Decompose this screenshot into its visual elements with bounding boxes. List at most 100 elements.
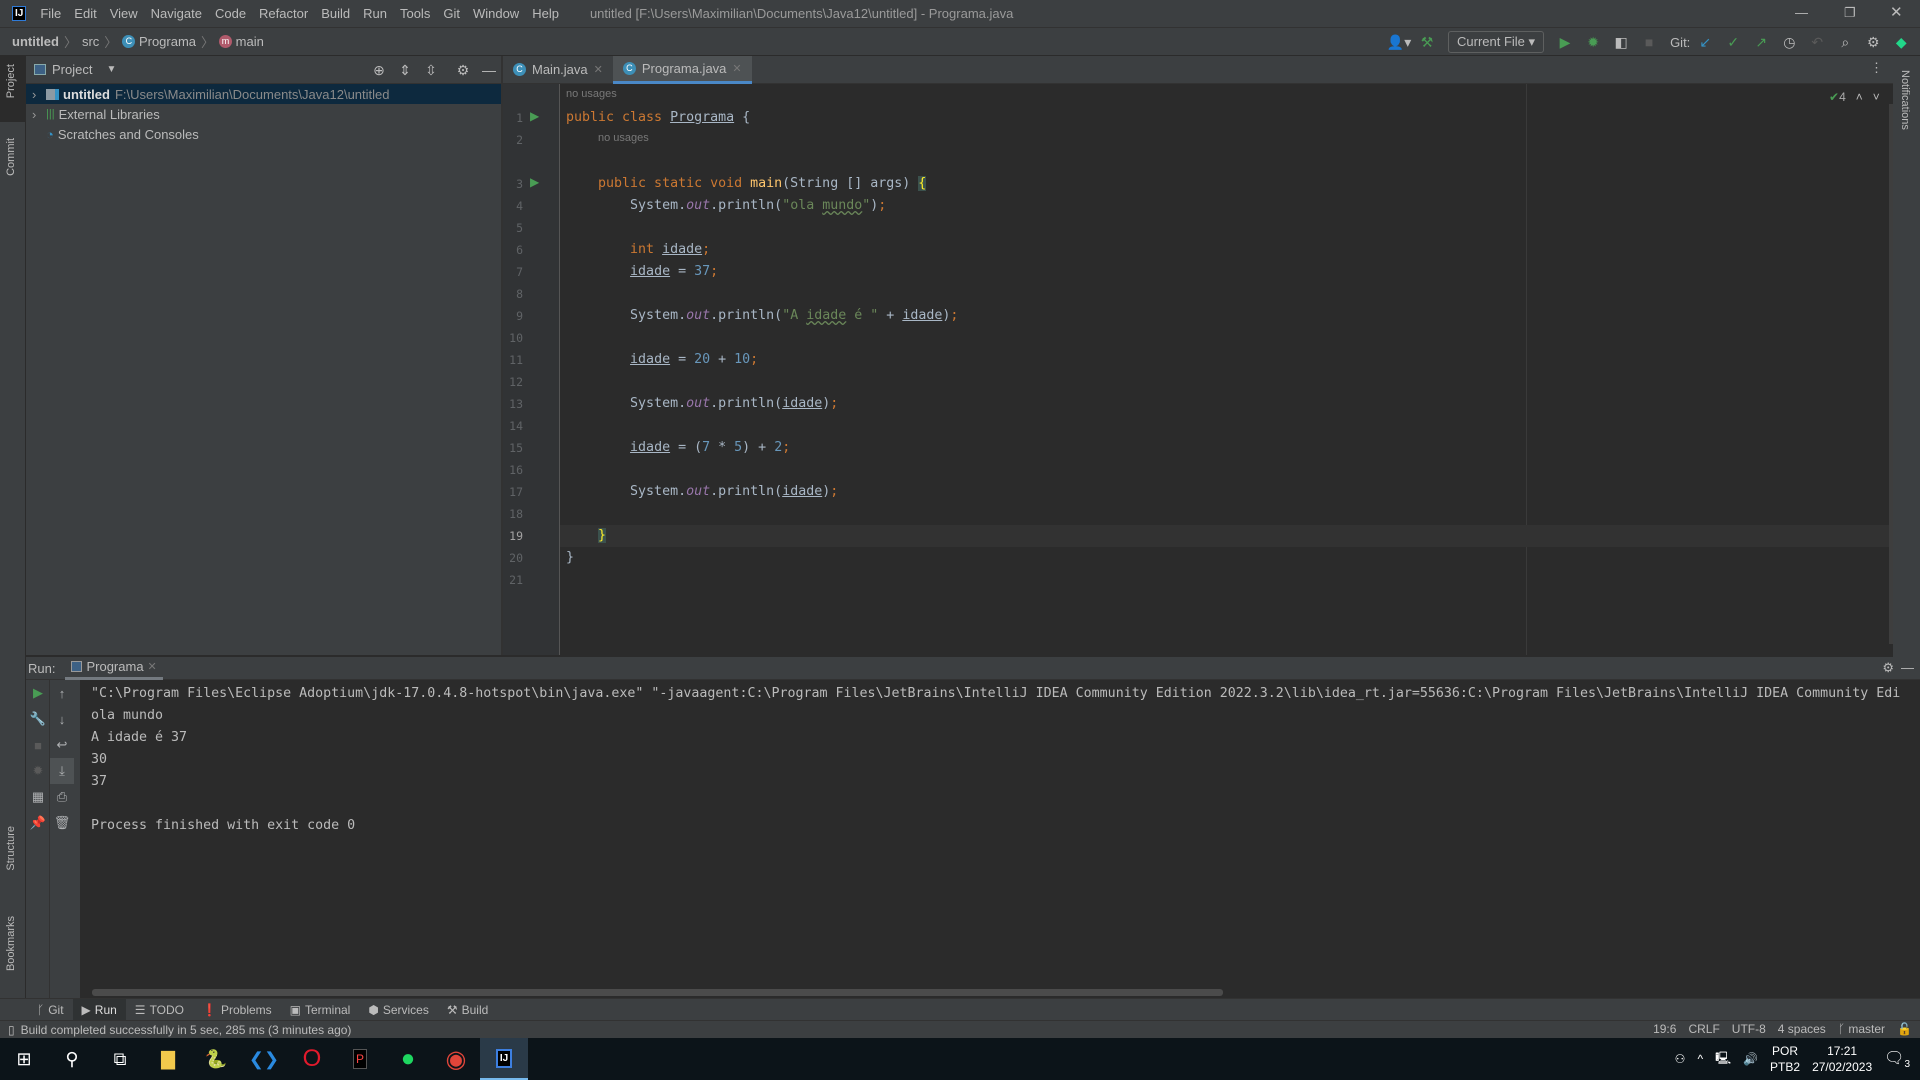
gear-icon[interactable]: ⚙ bbox=[1860, 30, 1886, 54]
inspection-widget[interactable]: ✔4 ˄ ˅ bbox=[1829, 90, 1880, 104]
status-message[interactable]: Build completed successfully in 5 sec, 2… bbox=[21, 1023, 352, 1037]
network-icon[interactable]: 🖳 bbox=[1715, 1049, 1731, 1070]
inlay-hint[interactable]: no usages bbox=[566, 88, 617, 100]
git-push-icon[interactable]: ↗ bbox=[1748, 30, 1774, 54]
menu-help[interactable]: Help bbox=[532, 6, 559, 21]
gear-icon[interactable]: ⚙ bbox=[1882, 660, 1894, 676]
close-tab-icon[interactable]: ✕ bbox=[148, 660, 157, 673]
previous-highlight-icon[interactable]: ˄ bbox=[1856, 90, 1863, 104]
lock-icon[interactable]: 🔓 bbox=[1897, 1022, 1912, 1036]
debug-icon[interactable]: ✹ bbox=[1580, 30, 1606, 54]
menu-edit[interactable]: Edit bbox=[74, 6, 96, 21]
collapse-all-icon[interactable]: ⇳ bbox=[418, 58, 444, 82]
task-view-icon[interactable]: ⧉ bbox=[96, 1038, 144, 1080]
python-icon[interactable]: 🐍 bbox=[192, 1038, 240, 1080]
inlay-hint[interactable]: no usages bbox=[598, 132, 649, 144]
locate-icon[interactable]: ⊕ bbox=[366, 58, 392, 82]
search-icon[interactable]: ⌕ bbox=[1832, 30, 1858, 54]
search-icon[interactable]: ⚲ bbox=[48, 1038, 96, 1080]
volume-icon[interactable]: 🔊 bbox=[1743, 1052, 1758, 1066]
git-branch-widget[interactable]: ᚴ master bbox=[1838, 1022, 1885, 1036]
breadcrumb-project[interactable]: untitled bbox=[12, 34, 59, 49]
layout-icon[interactable]: ▦ bbox=[26, 784, 50, 810]
caret-position[interactable]: 19:6 bbox=[1653, 1022, 1676, 1036]
file-encoding[interactable]: UTF-8 bbox=[1732, 1022, 1766, 1036]
breadcrumb-src[interactable]: src bbox=[82, 34, 99, 49]
project-view-select[interactable]: Project bbox=[52, 62, 92, 77]
trash-icon[interactable]: 🗑 bbox=[50, 810, 74, 836]
tool-services[interactable]: ⬢ Services bbox=[359, 999, 438, 1021]
run-config-select[interactable]: Current File ▾ bbox=[1448, 31, 1545, 53]
menu-build[interactable]: Build bbox=[321, 6, 350, 21]
input-language[interactable]: POR PTB2 bbox=[1770, 1043, 1800, 1075]
indent-setting[interactable]: 4 spaces bbox=[1778, 1022, 1826, 1036]
run-gutter-icon[interactable]: ▶ bbox=[530, 175, 539, 189]
tab-main-java[interactable]: C Main.java ✕ bbox=[503, 56, 613, 84]
scroll-to-end-icon[interactable]: ⤓ bbox=[50, 758, 74, 784]
down-arrow-icon[interactable]: ↓ bbox=[50, 706, 74, 732]
debug-disabled-icon[interactable]: ✹ bbox=[26, 758, 50, 784]
show-hidden-icons[interactable]: ^ bbox=[1697, 1052, 1703, 1066]
hide-icon[interactable]: — bbox=[476, 58, 502, 82]
up-arrow-icon[interactable]: ↑ bbox=[50, 680, 74, 706]
tool-run[interactable]: ▶ Run bbox=[72, 998, 126, 1021]
wrench-icon[interactable]: 🔧 bbox=[26, 706, 50, 732]
commit-tool-button[interactable]: Commit bbox=[5, 138, 17, 176]
history-icon[interactable]: ◷ bbox=[1776, 30, 1802, 54]
menu-run[interactable]: Run bbox=[363, 6, 387, 21]
soft-wrap-icon[interactable]: ↩ bbox=[50, 732, 74, 758]
menu-refactor[interactable]: Refactor bbox=[259, 6, 308, 21]
coverage-icon[interactable]: ◧ bbox=[1608, 30, 1634, 54]
structure-tool-button[interactable]: Structure bbox=[5, 826, 17, 871]
code-editor[interactable]: 1 ▶ 2 3 ▶ 4 5 6 7 8 9 10 11 12 13 14 15 16 17 18 19 20 21 no u… bbox=[503, 84, 1893, 655]
menu-navigate[interactable]: Navigate bbox=[151, 6, 202, 21]
notifications-tool-button[interactable]: Notifications bbox=[1899, 70, 1911, 130]
tree-item-external-libraries[interactable]: › ||| External Libraries bbox=[26, 104, 501, 124]
menu-tools[interactable]: Tools bbox=[400, 6, 430, 21]
intellij-icon[interactable]: IJ bbox=[480, 1038, 528, 1080]
stop-icon[interactable]: ■ bbox=[1636, 30, 1662, 54]
code-with-me-icon[interactable]: ◆ bbox=[1888, 30, 1914, 54]
chrome-icon[interactable]: ◉ bbox=[432, 1038, 480, 1080]
minimize-button[interactable]: — bbox=[1795, 5, 1808, 20]
run-gutter-icon[interactable]: ▶ bbox=[530, 109, 539, 123]
project-tool-button[interactable]: Project bbox=[5, 64, 17, 98]
console-horizontal-scrollbar[interactable] bbox=[92, 989, 1223, 996]
git-commit-icon[interactable]: ✓ bbox=[1720, 30, 1746, 54]
spotify-icon[interactable]: ● bbox=[384, 1038, 432, 1080]
file-explorer-icon[interactable]: ▇ bbox=[144, 1038, 192, 1080]
action-center-icon[interactable]: 🗨3 bbox=[1884, 1048, 1910, 1070]
editor-scrollbar[interactable] bbox=[1889, 104, 1893, 644]
menu-git[interactable]: Git bbox=[443, 6, 460, 21]
menu-code[interactable]: Code bbox=[215, 6, 246, 21]
people-icon[interactable]: ⚇ bbox=[1675, 1052, 1686, 1066]
git-update-icon[interactable]: ↙ bbox=[1692, 30, 1718, 54]
tool-git[interactable]: ᚴ Git bbox=[28, 999, 73, 1021]
breadcrumb-class[interactable]: Programa bbox=[139, 34, 196, 49]
vscode-icon[interactable]: ❮❯ bbox=[240, 1038, 288, 1080]
tree-item-untitled[interactable]: › untitled F:\Users\Maximilian\Documents… bbox=[26, 84, 501, 104]
status-panel-icon[interactable]: ▯ bbox=[8, 1023, 15, 1037]
gear-icon[interactable]: ⚙ bbox=[450, 58, 476, 82]
windows-start-icon[interactable]: ⊞ bbox=[0, 1038, 48, 1080]
tool-build[interactable]: ⚒ Build bbox=[438, 999, 497, 1021]
tool-terminal[interactable]: ▣ Terminal bbox=[281, 999, 360, 1021]
console-output[interactable]: "C:\Program Files\Eclipse Adoptium\jdk-1… bbox=[91, 683, 1920, 837]
rollback-icon[interactable]: ↶ bbox=[1804, 30, 1830, 54]
next-highlight-icon[interactable]: ˅ bbox=[1873, 90, 1880, 104]
hide-icon[interactable]: — bbox=[1901, 660, 1914, 675]
close-button[interactable]: ✕ bbox=[1890, 3, 1903, 21]
pin-icon[interactable]: 📌 bbox=[26, 810, 50, 836]
chevron-right-icon[interactable]: › bbox=[32, 87, 46, 102]
tree-item-scratches[interactable]: ◔ Scratches and Consoles bbox=[26, 124, 501, 144]
tool-problems[interactable]: ❗ Problems bbox=[193, 999, 281, 1021]
restore-button[interactable]: ❐ bbox=[1844, 5, 1856, 21]
pycharm-icon[interactable]: P bbox=[336, 1038, 384, 1080]
tool-todo[interactable]: ☰ TODO bbox=[126, 999, 193, 1021]
line-separator[interactable]: CRLF bbox=[1688, 1022, 1719, 1036]
breadcrumb-method[interactable]: main bbox=[236, 34, 264, 49]
close-tab-icon[interactable]: ✕ bbox=[594, 63, 603, 76]
clock[interactable]: 17:21 27/02/2023 bbox=[1812, 1043, 1872, 1075]
more-tabs-icon[interactable]: ⋮ bbox=[1870, 60, 1883, 76]
expand-all-icon[interactable]: ⇕ bbox=[392, 58, 418, 82]
